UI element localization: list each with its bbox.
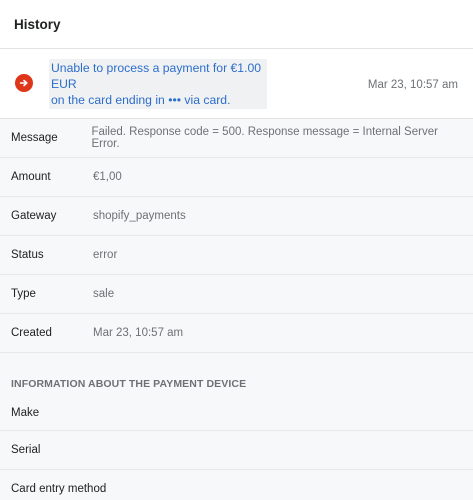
device-field-make: Make (0, 400, 473, 431)
detail-value: error (93, 249, 118, 261)
detail-label: Type (11, 288, 36, 300)
event-details: Message Failed. Response code = 500. Res… (0, 119, 473, 500)
event-timestamp: Mar 23, 10:57 am (367, 79, 458, 91)
detail-row-amount: Amount €1,00 (0, 158, 473, 197)
detail-value: shopify_payments (93, 210, 186, 222)
detail-label: Message (11, 132, 58, 144)
detail-value: Failed. Response code = 500. Response me… (91, 126, 438, 150)
detail-label: Gateway (11, 210, 57, 222)
detail-label: Amount (11, 171, 51, 183)
detail-label: Status (11, 249, 44, 261)
event-message-line-2: on the card ending in ••• via card. (51, 92, 231, 107)
arrow-right-icon (15, 73, 33, 92)
history-event[interactable]: Unable to process a payment for €1.00 EU… (0, 49, 473, 119)
detail-row-created: Created Mar 23, 10:57 am (0, 314, 473, 353)
device-field-card-entry-method: Card entry method (0, 470, 473, 500)
detail-row-message: Message Failed. Response code = 500. Res… (0, 119, 473, 158)
detail-row-status: Status error (0, 236, 473, 275)
history-panel: History Unable to process a payment for … (0, 0, 473, 500)
history-header: History (0, 0, 473, 49)
page-title: History (14, 16, 61, 32)
detail-value: sale (93, 288, 115, 300)
payment-device-section-title: INFORMATION ABOUT THE PAYMENT DEVICE (11, 378, 247, 390)
detail-value: €1,00 (93, 171, 122, 183)
device-field-serial: Serial (0, 431, 473, 470)
detail-row-gateway: Gateway shopify_payments (0, 197, 473, 236)
event-message[interactable]: Unable to process a payment for €1.00 EU… (49, 58, 267, 109)
detail-label: Created (11, 327, 52, 339)
detail-value: Mar 23, 10:57 am (93, 327, 184, 339)
event-message-line-1: Unable to process a payment for €1.00 EU… (51, 60, 262, 91)
detail-row-type: Type sale (0, 275, 473, 314)
